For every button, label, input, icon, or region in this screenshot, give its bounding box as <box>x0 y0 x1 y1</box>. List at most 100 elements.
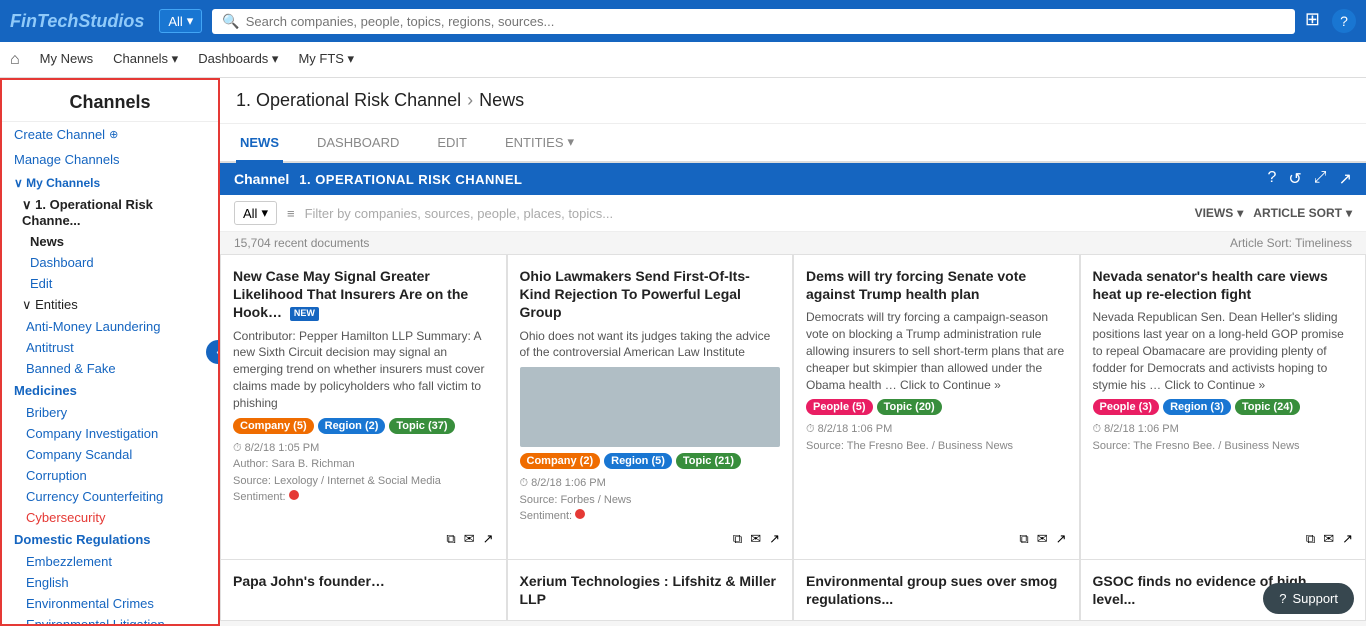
sort-dropdown[interactable]: ARTICLE SORT ▾ <box>1253 206 1352 220</box>
tag-topic: Topic (20) <box>877 399 942 415</box>
sidebar-anti-money[interactable]: Anti-Money Laundering <box>2 316 218 337</box>
views-dropdown[interactable]: VIEWS ▾ <box>1195 206 1244 220</box>
sidebar-environmental-crimes[interactable]: Environmental Crimes <box>2 593 218 614</box>
copy-icon[interactable]: ⧉ <box>733 531 742 547</box>
sidebar-company-scandal[interactable]: Company Scandal <box>2 444 218 465</box>
copy-icon[interactable]: ⧉ <box>1019 531 1028 547</box>
sidebar-item-dashboard[interactable]: Dashboard <box>2 252 218 273</box>
search-bar[interactable]: 🔍 <box>212 9 1295 34</box>
main-layout: Channels Create Channel ⊕ Manage Channel… <box>0 78 1366 626</box>
copy-icon[interactable]: ⧉ <box>1306 531 1315 547</box>
sidebar-environmental-litigation[interactable]: Environmental Litigation <box>2 614 218 626</box>
article-4-meta: ⏱ 8/2/18 1:06 PM Source: The Fresno Bee.… <box>1093 421 1354 454</box>
share-icon[interactable]: ↗ <box>769 531 780 547</box>
channel-refresh-icon[interactable]: ↺ <box>1288 169 1301 189</box>
sidebar-company-investigation[interactable]: Company Investigation <box>2 423 218 444</box>
article-partial-2[interactable]: Xerium Technologies : Lifshitz & Miller … <box>507 560 794 621</box>
home-icon[interactable]: ⌂ <box>10 51 20 69</box>
search-input[interactable] <box>246 14 1285 29</box>
article-1-actions: ⧉ ✉ ↗ <box>233 531 494 547</box>
article-card-4[interactable]: Nevada senator's health care views heat … <box>1080 254 1366 560</box>
channel-1-item[interactable]: ∨ 1. Operational Risk Channe... <box>2 194 218 231</box>
article-card-1[interactable]: New Case May Signal Greater Likelihood T… <box>220 254 507 560</box>
article-2-title: Ohio Lawmakers Send First-Of-Its-Kind Re… <box>520 267 781 322</box>
article-1-tags: Company (5) Region (2) Topic (37) <box>233 418 494 434</box>
nav-my-news[interactable]: My News <box>40 42 93 77</box>
breadcrumb: 1. Operational Risk Channel › News <box>220 78 1366 124</box>
article-3-title: Dems will try forcing Senate vote agains… <box>806 267 1067 303</box>
support-label: Support <box>1292 591 1338 606</box>
all-dropdown[interactable]: All ▾ <box>159 9 202 33</box>
grid-icon[interactable]: ⊞ <box>1305 9 1320 33</box>
tab-entities[interactable]: ENTITIES ▾ <box>501 124 578 163</box>
article-4-title: Nevada senator's health care views heat … <box>1093 267 1354 303</box>
support-button[interactable]: ? Support <box>1263 583 1354 614</box>
tab-news[interactable]: NEWS <box>236 125 283 163</box>
mail-icon[interactable]: ✉ <box>464 531 475 547</box>
content-area: 1. Operational Risk Channel › News NEWS … <box>220 78 1366 626</box>
channel-banner-label: Channel <box>234 171 289 187</box>
create-channel-label: Create Channel <box>14 127 105 142</box>
mail-icon[interactable]: ✉ <box>750 531 761 547</box>
all-filter-dropdown[interactable]: All ▾ <box>234 201 277 225</box>
sidebar-item-edit[interactable]: Edit <box>2 273 218 294</box>
tab-dashboard[interactable]: DASHBOARD <box>313 125 403 163</box>
article-2-image <box>520 367 781 447</box>
new-badge: NEW <box>290 307 319 321</box>
article-2-tags: Company (2) Region (5) Topic (21) <box>520 453 781 469</box>
article-card-2[interactable]: Ohio Lawmakers Send First-Of-Its-Kind Re… <box>507 254 794 560</box>
sidebar-embezzlement[interactable]: Embezzlement <box>2 551 218 572</box>
channel-actions: ? ↺ ⤢ ↗ <box>1267 169 1352 189</box>
create-channel-link[interactable]: Create Channel ⊕ <box>2 122 218 147</box>
sidebar-banned-fake[interactable]: Banned & Fake <box>2 358 218 379</box>
share-icon[interactable]: ↗ <box>1342 531 1353 547</box>
copy-icon[interactable]: ⧉ <box>446 531 455 547</box>
article-1-excerpt: Contributor: Pepper Hamilton LLP Summary… <box>233 328 494 412</box>
chevron-down-icon: ▾ <box>1346 206 1352 220</box>
share-icon[interactable]: ↗ <box>1056 531 1067 547</box>
article-partial-1[interactable]: Papa John's founder… <box>220 560 507 621</box>
article-3-meta: ⏱ 8/2/18 1:06 PM Source: The Fresno Bee.… <box>806 421 1067 454</box>
sidebar-currency-counterfeiting[interactable]: Currency Counterfeiting <box>2 486 218 507</box>
help-icon[interactable]: ? <box>1332 9 1356 33</box>
chevron-down-icon: ▾ <box>568 134 575 150</box>
my-channels-section[interactable]: ∨ My Channels <box>2 172 218 194</box>
filter-bar: All ▾ ≡ Filter by companies, sources, pe… <box>220 195 1366 232</box>
filter-input[interactable]: Filter by companies, sources, people, pl… <box>305 206 1185 221</box>
nav-channels[interactable]: Channels ▾ <box>113 42 178 77</box>
search-icon: 🔍 <box>222 13 239 30</box>
manage-channels-link[interactable]: Manage Channels <box>2 147 218 172</box>
all-filter-label: All <box>243 206 257 221</box>
sidebar-item-news[interactable]: News <box>2 231 218 252</box>
sidebar-corruption[interactable]: Corruption <box>2 465 218 486</box>
support-icon: ? <box>1279 591 1286 606</box>
header-icons: ⊞ ? <box>1305 9 1356 33</box>
create-channel-icon: ⊕ <box>109 128 118 141</box>
channel-expand-icon[interactable]: ⤢ <box>1314 169 1327 189</box>
sidebar-antitrust[interactable]: Antitrust <box>2 337 218 358</box>
article-card-3[interactable]: Dems will try forcing Senate vote agains… <box>793 254 1080 560</box>
tag-region: Region (3) <box>1163 399 1231 415</box>
channel-external-icon[interactable]: ↗ <box>1339 169 1352 189</box>
sidebar-domestic-regulations[interactable]: Domestic Regulations <box>2 528 218 551</box>
mail-icon[interactable]: ✉ <box>1323 531 1334 547</box>
nav-my-fts[interactable]: My FTS ▾ <box>298 42 354 77</box>
tag-company: Company (2) <box>520 453 601 469</box>
sidebar-cybersecurity[interactable]: Cybersecurity <box>2 507 218 528</box>
share-icon[interactable]: ↗ <box>483 531 494 547</box>
channel-banner-name: 1. OPERATIONAL RISK CHANNEL <box>299 172 522 187</box>
nav-dashboards[interactable]: Dashboards ▾ <box>198 42 278 77</box>
tab-edit[interactable]: EDIT <box>433 125 471 163</box>
channel-help-icon[interactable]: ? <box>1267 169 1276 189</box>
sidebar-entities-header[interactable]: ∨ Entities <box>2 294 218 316</box>
article-partial-3[interactable]: Environmental group sues over smog regul… <box>793 560 1080 621</box>
mail-icon[interactable]: ✉ <box>1037 531 1048 547</box>
sidebar-english[interactable]: English <box>2 572 218 593</box>
sidebar-medicines[interactable]: Medicines <box>2 379 218 402</box>
article-partial-1-title: Papa John's founder… <box>233 572 494 590</box>
sidebar-bribery[interactable]: Bribery <box>2 402 218 423</box>
breadcrumb-current: News <box>479 90 524 111</box>
chevron-down-icon: ▾ <box>261 205 268 221</box>
article-3-actions: ⧉ ✉ ↗ <box>806 531 1067 547</box>
sidebar: Channels Create Channel ⊕ Manage Channel… <box>0 78 220 626</box>
